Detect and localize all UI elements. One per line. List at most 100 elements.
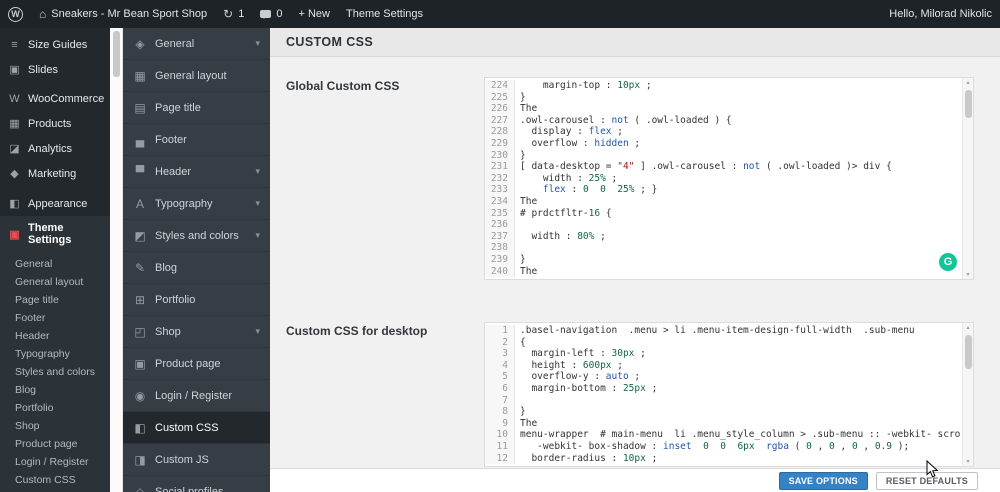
code-area[interactable]: 224 margin-top : 10px ; 225} 226 The 227 .owl…	[485, 78, 973, 279]
line-number: 238	[485, 242, 515, 254]
grammarly-icon[interactable]: G	[939, 253, 957, 272]
list-icon: ≡	[11, 39, 18, 51]
global-custom-css-editor[interactable]: 224 margin-top : 10px ; 225} 226 The 227 .owl…	[484, 77, 974, 281]
settings-item-general-layout[interactable]: ▦ General layout	[123, 60, 270, 92]
chevron-down-icon: ▾	[255, 166, 260, 176]
settings-item-login-register[interactable]: ◉ Login / Register	[123, 380, 270, 412]
code-line: 12 border-radius : 10px ;	[485, 452, 961, 465]
code-line: 1 .basel-navigation .menu > li .menu-item…	[485, 325, 961, 337]
settings-item-footer[interactable]: ▄ Footer	[123, 124, 270, 156]
sidebar-subitem-login-register[interactable]: Login / Register	[0, 453, 110, 471]
line-number: 2	[485, 336, 515, 349]
settings-item-shop[interactable]: ◰ Shop ▾	[123, 316, 270, 348]
sidebar-subitem-general-layout[interactable]: General layout	[0, 273, 110, 291]
sidebar-subitem-page-title[interactable]: Page title	[0, 291, 110, 309]
sidebar-item-slides[interactable]: ▣ Slides	[0, 57, 110, 82]
comments-indicator[interactable]: 0	[252, 0, 290, 28]
line-number: 7	[485, 394, 515, 407]
settings-item-custom-css[interactable]: ◧ Custom CSS	[123, 412, 270, 444]
settings-item-page-title[interactable]: ▤ Page title	[123, 92, 270, 124]
line-number: 225	[485, 91, 515, 104]
wordpress-menu[interactable]: W	[0, 0, 31, 28]
desktop-custom-css-section: Custom CSS for desktop 1 .basel-navigatio…	[286, 322, 984, 468]
line-content: display : flex ;	[520, 126, 623, 138]
sidebar-subitem-portfolio[interactable]: Portfolio	[0, 399, 110, 417]
main-content: CUSTOM CSS Global Custom CSS 224 margin-…	[270, 28, 1000, 492]
settings-item-label: General layout	[155, 69, 227, 82]
line-content: {	[520, 336, 526, 348]
sidebar-subitem-custom-css[interactable]: Custom CSS	[0, 471, 110, 489]
settings-item-label: Footer	[155, 133, 187, 146]
header-icon: ▀	[135, 164, 145, 179]
line-number: 226	[485, 103, 515, 115]
code-line: 237 width : 80% ;	[485, 230, 961, 243]
desktop-custom-css-editor[interactable]: 1 .basel-navigation .menu > li .menu-item…	[484, 322, 974, 468]
settings-item-custom-js[interactable]: ◨ Custom JS	[123, 444, 270, 476]
line-content: }	[520, 149, 526, 161]
sidebar-subitem-product-page[interactable]: Product page	[0, 435, 110, 453]
sidebar-subitem-general[interactable]: General	[0, 255, 110, 273]
scroll-down-icon[interactable]: ▾	[963, 458, 973, 465]
scrollbar-thumb[interactable]	[965, 90, 972, 118]
sidebar-item-products[interactable]: ▦ Products	[0, 111, 110, 136]
line-content: margin-bottom : 25px ;	[520, 383, 658, 395]
settings-item-label: Custom JS	[155, 453, 209, 466]
admin-bar: W ⌂ Sneakers - Mr Bean Sport Shop ↻ 1 0 + …	[0, 0, 1000, 28]
sidebar-subitem-styles-and-colors[interactable]: Styles and colors	[0, 363, 110, 381]
image-icon: ▣	[9, 64, 20, 76]
box-icon: ▦	[9, 118, 20, 130]
settings-item-header[interactable]: ▀ Header ▾	[123, 156, 270, 188]
site-name-link[interactable]: ⌂ Sneakers - Mr Bean Sport Shop	[31, 0, 215, 28]
js-icon: ◨	[134, 452, 146, 467]
sidebar-item-appearance[interactable]: ◧ Appearance	[0, 191, 110, 216]
sidebar-item-marketing[interactable]: ◆ Marketing	[0, 161, 110, 186]
sidebar-item-analytics[interactable]: ◪ Analytics	[0, 136, 110, 161]
save-options-button[interactable]: SAVE OPTIONS	[778, 471, 868, 490]
wordpress-sidebar: ≡ Size Guides ▣ Slides W WooCommerce ▦ Products…	[0, 28, 110, 492]
line-number: 9	[485, 417, 515, 430]
settings-item-general[interactable]: ◈ General ▾	[123, 28, 270, 60]
sidebar-item-woocommerce[interactable]: W WooCommerce	[0, 87, 110, 111]
line-number: 232	[485, 172, 515, 185]
panel-scrollbar-thumb[interactable]	[113, 31, 120, 77]
sidebar-subitem-typography[interactable]: Typography	[0, 345, 110, 363]
line-number: 229	[485, 137, 515, 150]
settings-item-blog[interactable]: ✎ Blog	[123, 252, 270, 284]
settings-item-typography[interactable]: A Typography ▾	[123, 188, 270, 220]
settings-item-portfolio[interactable]: ⊞ Portfolio	[123, 284, 270, 316]
scroll-down-icon[interactable]: ▾	[963, 271, 973, 278]
account-menu[interactable]: Hello, Milorad Nikolic	[881, 0, 1000, 28]
code-line: 230}	[485, 149, 961, 162]
settings-item-label: Typography	[155, 197, 213, 210]
sidebar-item-size-guides[interactable]: ≡ Size Guides	[0, 33, 110, 57]
sidebar-subitem-footer[interactable]: Footer	[0, 309, 110, 327]
editor-scrollbar[interactable]: ▴ ▾	[962, 78, 973, 280]
line-content: }	[520, 406, 526, 418]
line-content: .basel-navigation .menu > li .menu-item-…	[520, 325, 915, 337]
theme-settings-toolbar-link[interactable]: Theme Settings	[338, 0, 431, 28]
code-line: 233 flex : 0 0 25% ; }	[485, 184, 961, 196]
scroll-up-icon[interactable]: ▴	[963, 79, 973, 86]
sidebar-subitem-blog[interactable]: Blog	[0, 381, 110, 399]
settings-item-styles-and-colors[interactable]: ◩ Styles and colors ▾	[123, 220, 270, 252]
comments-icon	[260, 10, 272, 19]
updates-indicator[interactable]: ↻ 1	[215, 0, 252, 28]
line-number: 235	[485, 207, 515, 220]
settings-item-social-profiles[interactable]: ◇ Social profiles	[123, 476, 270, 492]
panel-scrollbar[interactable]	[110, 28, 123, 492]
scrollbar-thumb[interactable]	[965, 335, 972, 370]
line-number: 233	[485, 184, 515, 196]
new-content-menu[interactable]: + New	[290, 0, 338, 28]
sidebar-subitem-header[interactable]: Header	[0, 327, 110, 345]
scroll-up-icon[interactable]: ▴	[963, 324, 973, 331]
new-content-label: + New	[298, 8, 330, 20]
line-content: [ data-desktop = "4" ] .owl-carousel : n…	[520, 161, 892, 173]
code-area[interactable]: 1 .basel-navigation .menu > li .menu-item…	[485, 323, 973, 466]
actions-footer: SAVE OPTIONS RESET DEFAULTS	[270, 468, 1000, 492]
sidebar-subitem-shop[interactable]: Shop	[0, 417, 110, 435]
sidebar-item-theme-settings[interactable]: ▣ Theme Settings	[0, 216, 110, 252]
settings-item-product-page[interactable]: ▣ Product page	[123, 348, 270, 380]
reset-defaults-button[interactable]: RESET DEFAULTS	[875, 471, 978, 490]
editor-scrollbar[interactable]: ▴ ▾	[962, 323, 973, 467]
settings-item-label: Custom CSS	[155, 421, 219, 434]
